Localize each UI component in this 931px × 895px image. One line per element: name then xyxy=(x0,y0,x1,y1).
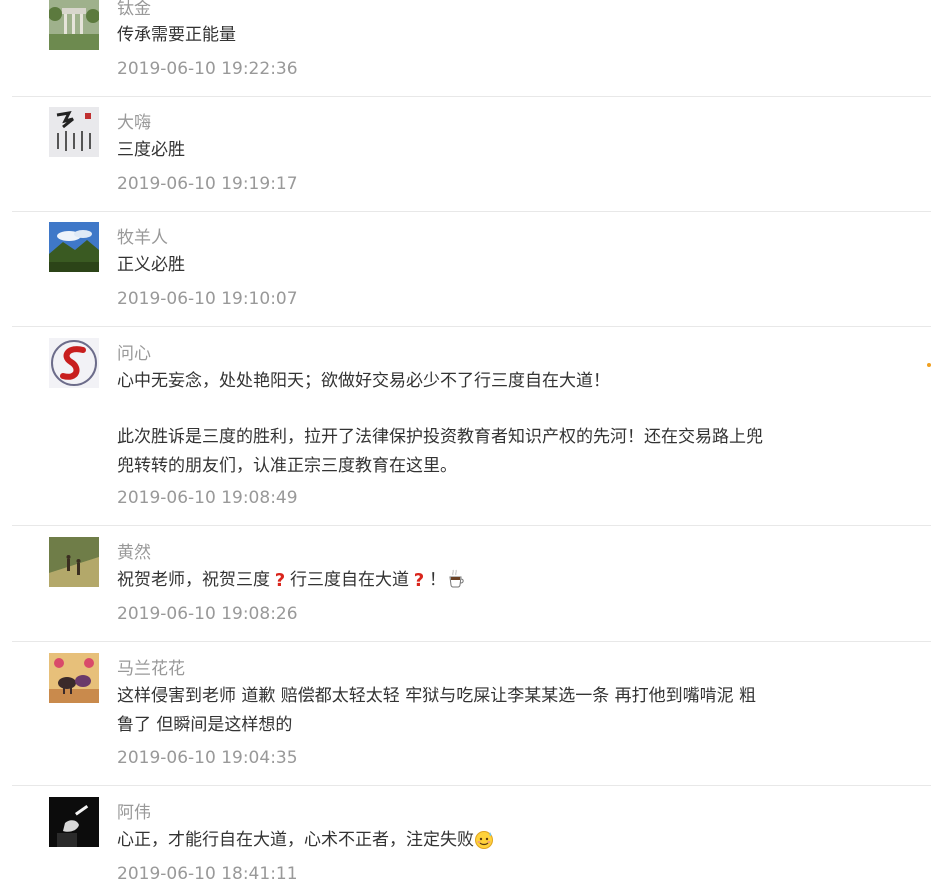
folk-painting-animals-icon xyxy=(49,653,99,703)
comment-time: 2019-06-10 19:19:17 xyxy=(117,174,298,194)
cigarette-hand-avatar[interactable] xyxy=(49,797,99,847)
comment-content: 心正，才能行自在大道，心术不正者，注定失败 xyxy=(117,826,767,855)
comment-time: 2019-06-10 19:22:36 xyxy=(117,59,298,79)
comment-text: 此次胜诉是三度的胜利，拉开了法律保护投资教育者知识产权的先河！还在交易路上兜兜转… xyxy=(117,427,763,476)
garden-pavilion-icon xyxy=(49,0,99,50)
comment-content: 心中无妄念，处处艳阳天；欲做好交易必少不了行三度自在大道！ 此次胜诉是三度的胜利… xyxy=(117,367,767,481)
comment-content: 正义必胜 xyxy=(117,251,767,280)
red-question-mark-icon: ? xyxy=(270,569,290,589)
comment-time: 2019-06-10 19:08:49 xyxy=(117,488,298,508)
comment-author[interactable]: 阿伟 xyxy=(117,803,151,823)
coffee-cup-icon xyxy=(446,569,466,589)
comment-item: 问心 心中无妄念，处处艳阳天；欲做好交易必少不了行三度自在大道！ 此次胜诉是三度… xyxy=(12,326,931,526)
comment-author[interactable]: 钛金 xyxy=(117,0,151,19)
comment-text: 这样侵害到老师 道歉 赔偿都太轻太轻 牢狱与吃屎让李某某选一条 再打他到嘴啃泥 … xyxy=(117,686,757,735)
comment-text: 传承需要正能量 xyxy=(117,25,236,45)
comment-item: 马兰花花 这样侵害到老师 道歉 赔偿都太轻太轻 牢狱与吃屎让李某某选一条 再打他… xyxy=(12,641,931,786)
garden-pavilion-avatar[interactable] xyxy=(49,0,99,50)
comment-item: 大嗨 三度必胜 2019-06-10 19:19:17 xyxy=(12,96,931,212)
red-s-logo-avatar[interactable] xyxy=(49,338,99,388)
comment-content: 传承需要正能量 xyxy=(117,21,767,50)
hikers-hillside-avatar[interactable] xyxy=(49,537,99,587)
comment-author[interactable]: 牧羊人 xyxy=(117,228,168,248)
comment-text: 正义必胜 xyxy=(117,255,185,275)
comment-time: 2019-06-10 19:04:35 xyxy=(117,748,298,768)
comment-content: 祝贺老师，祝贺三度? 行三度自在大道? ！ xyxy=(117,566,767,595)
calligraphy-scroll-avatar[interactable] xyxy=(49,107,99,157)
comment-text-part: 行三度自在大道 xyxy=(290,570,409,590)
comment-item: 牧羊人 正义必胜 2019-06-10 19:10:07 xyxy=(12,211,931,327)
comment-author[interactable]: 大嗨 xyxy=(117,113,151,133)
comment-item: 黄然 祝贺老师，祝贺三度? 行三度自在大道? ！ 2019-06-10 19:08:… xyxy=(12,525,931,642)
comment-text-part: 心正，才能行自在大道，心术不正者，注定失败 xyxy=(117,830,474,850)
comment-content: 这样侵害到老师 道歉 赔偿都太轻太轻 牢狱与吃屎让李某某选一条 再打他到嘴啃泥 … xyxy=(117,682,767,740)
comment-text-part: 祝贺老师，祝贺三度 xyxy=(117,570,270,590)
comment-time: 2019-06-10 19:10:07 xyxy=(117,289,298,309)
cigarette-hand-icon xyxy=(49,797,99,847)
comment-time: 2019-06-10 18:41:11 xyxy=(117,864,298,884)
comment-content: 三度必胜 xyxy=(117,136,767,165)
comment-author[interactable]: 黄然 xyxy=(117,543,151,563)
comment-text: 三度必胜 xyxy=(117,140,185,160)
svg-text:?: ? xyxy=(275,570,285,589)
scroll-edge-marker xyxy=(927,363,931,367)
comment-item: 钛金 传承需要正能量 2019-06-10 19:22:36 xyxy=(12,0,931,97)
comment-text: 心中无妄念，处处艳阳天；欲做好交易必少不了行三度自在大道！ xyxy=(117,371,610,391)
comment-text-part: ！ xyxy=(429,570,446,590)
comment-author[interactable]: 问心 xyxy=(117,344,151,364)
calligraphy-scroll-icon xyxy=(49,107,99,157)
red-s-logo-icon xyxy=(49,338,99,388)
mountain-sky-avatar[interactable] xyxy=(49,222,99,272)
comment-text: 心正，才能行自在大道，心术不正者，注定失败 xyxy=(117,826,767,855)
hikers-hillside-icon xyxy=(49,537,99,587)
svg-text:?: ? xyxy=(414,570,424,589)
sweat-smile-face-icon xyxy=(474,829,494,849)
comment-time: 2019-06-10 19:08:26 xyxy=(117,604,298,624)
comment-author[interactable]: 马兰花花 xyxy=(117,659,185,679)
red-question-mark-icon: ? xyxy=(409,569,429,589)
comment-text: 祝贺老师，祝贺三度? 行三度自在大道? ！ xyxy=(117,566,767,595)
mountain-sky-icon xyxy=(49,222,99,272)
folk-painting-animals-avatar[interactable] xyxy=(49,653,99,703)
